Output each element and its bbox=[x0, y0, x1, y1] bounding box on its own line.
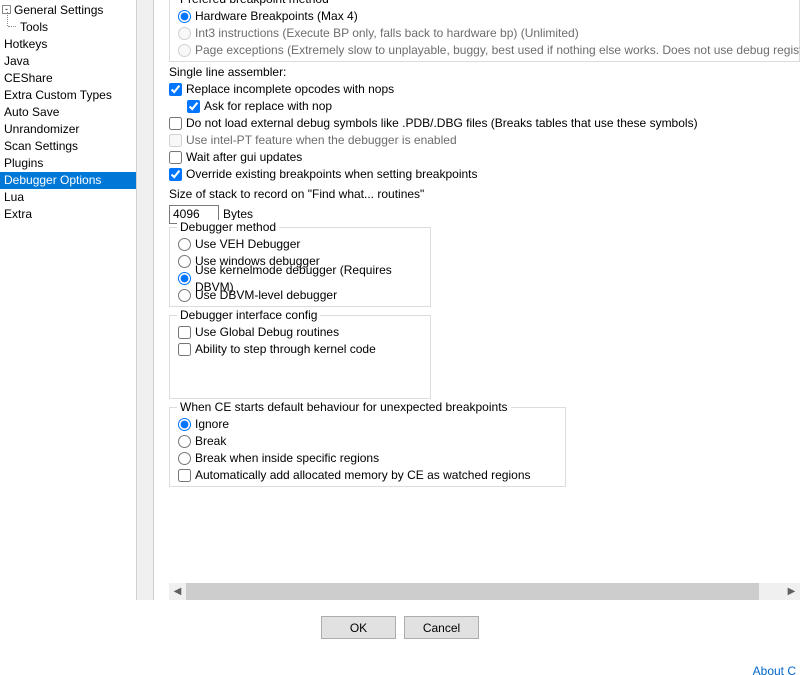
auto-add-memory-checkbox[interactable]: Automatically add allocated memory by CE… bbox=[178, 467, 557, 484]
scroll-right-arrow-icon[interactable]: ▶ bbox=[783, 583, 800, 600]
scroll-left-arrow-icon[interactable]: ◀ bbox=[169, 583, 186, 600]
veh-debugger-option[interactable]: Use VEH Debugger bbox=[178, 236, 422, 253]
tree-item-lua[interactable]: Lua bbox=[0, 189, 153, 206]
tree-item-plugins[interactable]: Plugins bbox=[0, 155, 153, 172]
bp-page-exceptions-option: Page exceptions (Extremely slow to unpla… bbox=[178, 42, 791, 59]
tree-item-tools[interactable]: Tools bbox=[0, 19, 153, 36]
bp-int3-option: Int3 instructions (Execute BP only, fall… bbox=[178, 25, 791, 42]
bp-hardware-option[interactable]: Hardware Breakpoints (Max 4) bbox=[178, 8, 791, 25]
unexpected-ignore-option[interactable]: Ignore bbox=[178, 416, 557, 433]
no-external-symbols-checkbox[interactable]: Do not load external debug symbols like … bbox=[169, 115, 800, 132]
tree-item-java[interactable]: Java bbox=[0, 53, 153, 70]
tree-item-general-settings[interactable]: -General Settings bbox=[0, 2, 153, 19]
tree-item-extra[interactable]: Extra bbox=[0, 206, 153, 223]
horizontal-scrollbar[interactable]: ◀ ▶ bbox=[169, 583, 800, 600]
unexpected-bp-legend: When CE starts default behaviour for une… bbox=[177, 400, 511, 414]
about-link[interactable]: About C bbox=[753, 664, 796, 675]
global-debug-routines-checkbox[interactable]: Use Global Debug routines bbox=[178, 324, 422, 341]
kernelmode-debugger-option[interactable]: Use kernelmode debugger (Requires DBVM) bbox=[178, 270, 422, 287]
step-kernel-code-checkbox[interactable]: Ability to step through kernel code bbox=[178, 341, 422, 358]
intel-pt-checkbox: Use intel-PT feature when the debugger i… bbox=[169, 132, 800, 149]
ok-button[interactable]: OK bbox=[321, 616, 396, 639]
tree-item-extra-custom-types[interactable]: Extra Custom Types bbox=[0, 87, 153, 104]
debugger-interface-legend: Debugger interface config bbox=[177, 308, 320, 322]
cancel-button[interactable]: Cancel bbox=[404, 616, 479, 639]
tree-item-hotkeys[interactable]: Hotkeys bbox=[0, 36, 153, 53]
unexpected-break-regions-option[interactable]: Break when inside specific regions bbox=[178, 450, 557, 467]
replace-nops-checkbox[interactable]: Replace incomplete opcodes with nops bbox=[169, 81, 800, 98]
stack-size-label: Size of stack to record on "Find what...… bbox=[169, 186, 800, 203]
breakpoint-method-legend: Prefered breakpoint method bbox=[177, 0, 332, 6]
scroll-thumb[interactable] bbox=[186, 583, 759, 600]
tree-item-auto-save[interactable]: Auto Save bbox=[0, 104, 153, 121]
ask-replace-nop-checkbox[interactable]: Ask for replace with nop bbox=[169, 98, 800, 115]
tree-item-ceshare[interactable]: CEShare bbox=[0, 70, 153, 87]
assembler-label: Single line assembler: bbox=[169, 64, 800, 81]
tree-item-debugger-options[interactable]: Debugger Options bbox=[0, 172, 153, 189]
unexpected-break-option[interactable]: Break bbox=[178, 433, 557, 450]
override-breakpoints-checkbox[interactable]: Override existing breakpoints when setti… bbox=[169, 166, 800, 183]
wait-gui-updates-checkbox[interactable]: Wait after gui updates bbox=[169, 149, 800, 166]
settings-tree[interactable]: -General SettingsToolsHotkeysJavaCEShare… bbox=[0, 0, 154, 600]
debugger-method-legend: Debugger method bbox=[177, 220, 279, 234]
dialog-footer: OK Cancel About C bbox=[0, 600, 800, 675]
tree-item-scan-settings[interactable]: Scan Settings bbox=[0, 138, 153, 155]
settings-content: Prefered breakpoint method Hardware Brea… bbox=[154, 0, 800, 600]
tree-item-unrandomizer[interactable]: Unrandomizer bbox=[0, 121, 153, 138]
